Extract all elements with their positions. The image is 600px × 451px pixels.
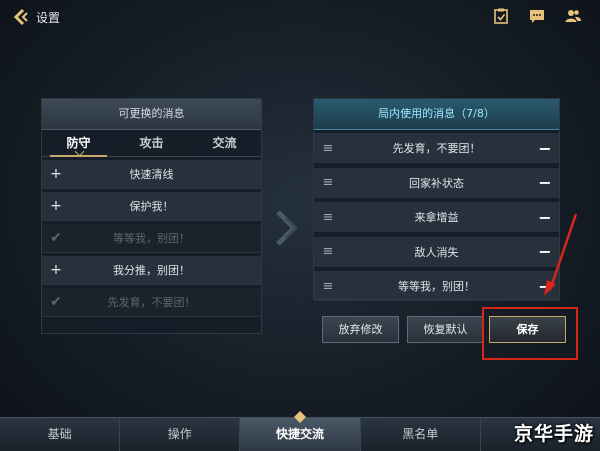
back-button[interactable]: 设置 [12, 6, 72, 28]
message-text: 敌人消失 [414, 245, 459, 259]
remove-button[interactable]: − [531, 173, 559, 192]
message-text: 先发育，不要团！ [392, 142, 481, 155]
watermark-logo: 京华手游 [513, 423, 594, 445]
message-item-added: ✔ 等等我，别团！ [42, 224, 261, 253]
in-game-messages-panel: 局内使用的消息（7/8） ≡ 先发育，不要团！ − ≡ 回家补状态 − ≡ 来拿… [313, 98, 560, 301]
transfer-arrow-icon [276, 210, 299, 246]
drag-handle-icon[interactable]: ≡ [314, 244, 342, 259]
nav-quick-chat[interactable]: 快捷交流 [239, 411, 360, 451]
remove-button[interactable]: − [531, 139, 559, 158]
discard-changes-button[interactable]: 放弃修改 [322, 316, 399, 343]
annotation-arrow-icon [544, 213, 578, 296]
message-item[interactable]: + 快速清线 [42, 160, 261, 189]
category-tabs: 防守 攻击 交流 [42, 130, 261, 157]
tab-attack[interactable]: 攻击 [115, 130, 188, 156]
message-text: 回家补状态 [409, 176, 464, 190]
back-arrow-icon [13, 8, 28, 26]
in-game-message-list: ≡ 先发育，不要团！ − ≡ 回家补状态 − ≡ 来拿增益 − ≡ 敌人消失 −… [314, 133, 559, 306]
message-text: 等等我，别团！ [398, 280, 475, 293]
in-game-message-item[interactable]: ≡ 先发育，不要团！ − [314, 133, 559, 163]
right-panel-title: 局内使用的消息（7/8） [314, 99, 559, 130]
in-game-message-item[interactable]: ≡ 回家补状态 − [314, 167, 559, 198]
message-item[interactable]: + 我分推，别团！ [42, 256, 261, 285]
drag-handle-icon[interactable]: ≡ [314, 210, 342, 225]
message-text: 先发育，不要团！ [107, 296, 196, 309]
nav-blacklist[interactable]: 黑名单 [359, 418, 480, 451]
friends-icon[interactable] [564, 7, 582, 25]
checkmark-icon: ✔ [50, 230, 62, 246]
message-text: 快速清线 [129, 168, 174, 181]
nav-controls[interactable]: 操作 [119, 418, 239, 451]
annotation-highlight-box [482, 307, 578, 360]
top-bar: 设置 [0, 0, 600, 34]
bottom-nav: 基础 操作 快捷交流 黑名单 [0, 411, 600, 451]
in-game-message-item[interactable]: ≡ 等等我，别团！ − [314, 271, 559, 301]
add-icon: + [50, 198, 62, 214]
message-item-added: ✔ 先发育，不要团！ [42, 288, 261, 317]
restore-default-button[interactable]: 恢复默认 [407, 316, 484, 343]
chat-bubble-icon[interactable] [528, 7, 546, 25]
tab-defense[interactable]: 防守 [42, 130, 115, 157]
checklist-icon[interactable] [492, 7, 510, 25]
nav-quick-chat-label: 快捷交流 [276, 427, 325, 441]
page-title: 设置 [36, 10, 61, 25]
in-game-message-item[interactable]: ≡ 敌人消失 − [314, 236, 559, 267]
tab-communication[interactable]: 交流 [188, 130, 261, 156]
add-icon: + [50, 262, 62, 278]
drag-handle-icon[interactable]: ≡ [314, 141, 342, 156]
replaceable-messages-panel: 可更换的消息 防守 攻击 交流 + 快速清线 + 保护我！ ✔ 等等我，别团！ … [41, 98, 262, 334]
left-panel-title: 可更换的消息 [42, 99, 261, 130]
message-text: 保护我！ [129, 200, 174, 213]
checkmark-icon: ✔ [50, 294, 62, 310]
message-text: 我分推，别团！ [113, 264, 190, 277]
message-item[interactable]: + 保护我！ [42, 192, 261, 221]
in-game-message-item[interactable]: ≡ 来拿增益 − [314, 202, 559, 232]
add-icon: + [50, 166, 62, 182]
message-text: 来拿增益 [414, 211, 459, 224]
drag-handle-icon[interactable]: ≡ [314, 279, 342, 294]
active-marker-icon [294, 411, 306, 423]
drag-handle-icon[interactable]: ≡ [314, 175, 342, 190]
message-text: 等等我，别团！ [113, 232, 190, 245]
nav-basic[interactable]: 基础 [0, 418, 119, 451]
